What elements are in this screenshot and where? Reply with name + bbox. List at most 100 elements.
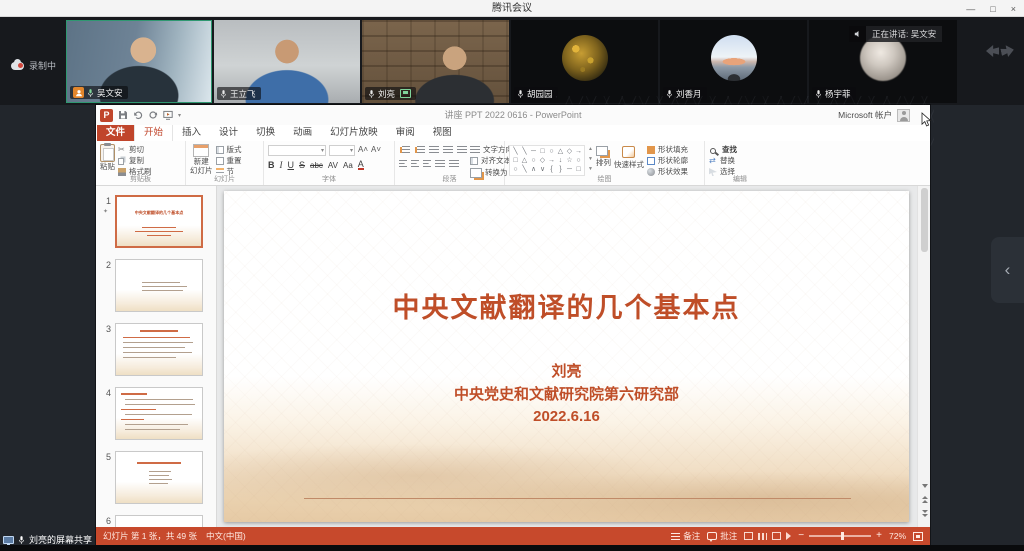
- minimize-button[interactable]: —: [966, 4, 975, 14]
- shape-gallery[interactable]: ╲╲─□○△◇→ □△○◇→↓☆○ ○╲∧∨{}─□: [509, 145, 585, 176]
- thumbnail-slide-4[interactable]: 4: [96, 387, 216, 440]
- close-button[interactable]: ×: [1011, 4, 1016, 14]
- tab-slideshow[interactable]: 幻灯片放映: [321, 125, 387, 141]
- account-area[interactable]: Microsoft 帐户: [838, 105, 910, 125]
- bold-button[interactable]: B: [268, 160, 275, 170]
- account-label: Microsoft 帐户: [838, 109, 892, 121]
- align-right-icon[interactable]: [423, 160, 431, 168]
- grow-font-button[interactable]: A˄: [358, 145, 368, 156]
- replace-button[interactable]: 替换: [709, 157, 737, 165]
- notes-button[interactable]: 备注: [671, 530, 700, 542]
- thumbnail-slide-2[interactable]: 2: [96, 259, 216, 312]
- slide-author: 刘亮: [224, 361, 909, 384]
- find-button[interactable]: 查找: [709, 146, 737, 154]
- justify-icon[interactable]: [435, 160, 445, 168]
- mic-icon: [368, 89, 375, 99]
- shape-gallery-scroll[interactable]: ▲▼▼: [588, 143, 593, 175]
- indent-increase-icon[interactable]: [443, 146, 453, 154]
- qat-dropdown-icon[interactable]: ▾: [178, 112, 181, 119]
- font-size-select[interactable]: [329, 145, 355, 156]
- slide-date: 2022.6.16: [224, 406, 909, 429]
- thumbnail-slide-6[interactable]: 6: [96, 515, 216, 527]
- tab-view[interactable]: 视图: [424, 125, 461, 141]
- shadow-button[interactable]: S: [299, 160, 305, 170]
- line-spacing-icon[interactable]: [457, 146, 467, 154]
- bullets-icon[interactable]: [402, 146, 410, 154]
- slide-title[interactable]: 中央文献翻译的几个基本点: [224, 286, 909, 325]
- zoom-slider[interactable]: [809, 535, 871, 537]
- font-color-button[interactable]: A: [358, 160, 364, 170]
- italic-button[interactable]: I: [280, 160, 283, 170]
- quick-styles-button[interactable]: 快速样式: [614, 143, 644, 175]
- tab-design[interactable]: 设计: [210, 125, 247, 141]
- fit-to-window-button[interactable]: [913, 532, 923, 541]
- layout-button[interactable]: 版式: [216, 146, 242, 154]
- slide-sorter-view-button[interactable]: [758, 533, 767, 540]
- tab-transitions[interactable]: 切换: [247, 125, 284, 141]
- paste-button[interactable]: 粘贴: [100, 143, 115, 175]
- normal-view-button[interactable]: [744, 532, 753, 540]
- font-name-select[interactable]: [268, 145, 326, 156]
- new-slide-button[interactable]: 新建幻灯片: [190, 143, 213, 175]
- thumbnail-slide-1[interactable]: 1 ✦ 中央文献翻译的几个基本点: [96, 195, 216, 248]
- slide-scrollbar[interactable]: [917, 186, 930, 527]
- reset-button[interactable]: 重置: [216, 157, 242, 165]
- slide[interactable]: 中央文献翻译的几个基本点 刘亮 中央党史和文献研究院第六研究部 2022.6.1…: [224, 191, 909, 522]
- zoom-slider-thumb[interactable]: [841, 532, 844, 540]
- scroll-down-button[interactable]: [919, 480, 930, 491]
- video-tile-liuxiangyue[interactable]: 刘香月: [660, 20, 807, 103]
- shrink-font-button[interactable]: A˅: [371, 145, 381, 156]
- slideshow-view-button[interactable]: [786, 532, 791, 540]
- tab-review[interactable]: 审阅: [387, 125, 424, 141]
- thumbnail-slide-5[interactable]: 5: [96, 451, 216, 504]
- language-status[interactable]: 中文(中国): [206, 530, 246, 542]
- zoom-percentage[interactable]: 72%: [889, 531, 906, 541]
- change-case-button[interactable]: Aa: [343, 161, 353, 170]
- start-slideshow-icon[interactable]: [163, 110, 173, 120]
- numbering-icon[interactable]: [417, 146, 425, 154]
- thumbnail-slide-3[interactable]: 3: [96, 323, 216, 376]
- zoom-out-button[interactable]: −: [798, 531, 804, 541]
- underline-button[interactable]: U: [288, 160, 295, 170]
- shape-fill-button[interactable]: 形状填充: [647, 146, 688, 154]
- maximize-button[interactable]: □: [990, 4, 995, 14]
- arrange-button[interactable]: 排列: [596, 143, 611, 175]
- save-icon[interactable]: [118, 110, 128, 120]
- align-left-icon[interactable]: [399, 160, 407, 168]
- video-tile-wanglifei[interactable]: 王立飞: [214, 20, 360, 103]
- slide-subtitle[interactable]: 刘亮 中央党史和文献研究院第六研究部 2022.6.16: [224, 361, 909, 429]
- tab-file[interactable]: 文件: [97, 125, 134, 141]
- comments-button[interactable]: 批注: [707, 530, 737, 542]
- powerpoint-logo-icon[interactable]: P: [100, 109, 113, 122]
- group-font: A˄ A˅ B I U S abc AV Aa A 字体: [264, 141, 395, 185]
- video-nav-previous-button[interactable]: ‹: [991, 237, 1024, 303]
- mouse-cursor: [921, 112, 932, 128]
- strikethrough-button[interactable]: abc: [310, 161, 323, 170]
- indent-decrease-icon[interactable]: [429, 146, 439, 154]
- video-tile-huyuanyuan[interactable]: 胡园园: [511, 20, 658, 103]
- group-drawing: ╲╲─□○△◇→ □△○◇→↓☆○ ○╲∧∨{}─□ ▲▼▼ 排列 快速样式 形…: [505, 141, 705, 185]
- undo-icon[interactable]: [133, 110, 143, 120]
- align-center-icon[interactable]: [411, 160, 419, 168]
- redo-icon[interactable]: [148, 110, 158, 120]
- group-slides: 新建幻灯片 版式 重置 节 幻灯片: [186, 141, 264, 185]
- bottom-bar: [0, 545, 1024, 551]
- video-tile-wuwenan[interactable]: 吴文安: [66, 20, 212, 103]
- previous-slide-button[interactable]: [919, 494, 930, 505]
- zoom-in-button[interactable]: +: [876, 531, 882, 541]
- tab-home[interactable]: 开始: [134, 124, 173, 141]
- tab-animations[interactable]: 动画: [284, 125, 321, 141]
- speaker-icon: [849, 26, 866, 42]
- video-tile-liuliang[interactable]: 刘亮: [362, 20, 509, 103]
- copy-button[interactable]: 复制: [118, 157, 152, 165]
- next-slide-button[interactable]: [919, 508, 930, 519]
- shape-outline-button[interactable]: 形状轮廓: [647, 157, 688, 165]
- tab-insert[interactable]: 插入: [173, 125, 210, 141]
- mic-icon: [815, 89, 822, 99]
- character-spacing-button[interactable]: AV: [328, 161, 338, 170]
- columns-icon[interactable]: [449, 160, 459, 168]
- scrollbar-thumb[interactable]: [921, 188, 928, 252]
- cut-icon: [118, 146, 126, 154]
- cut-button[interactable]: 剪切: [118, 146, 152, 154]
- reading-view-button[interactable]: [772, 532, 781, 540]
